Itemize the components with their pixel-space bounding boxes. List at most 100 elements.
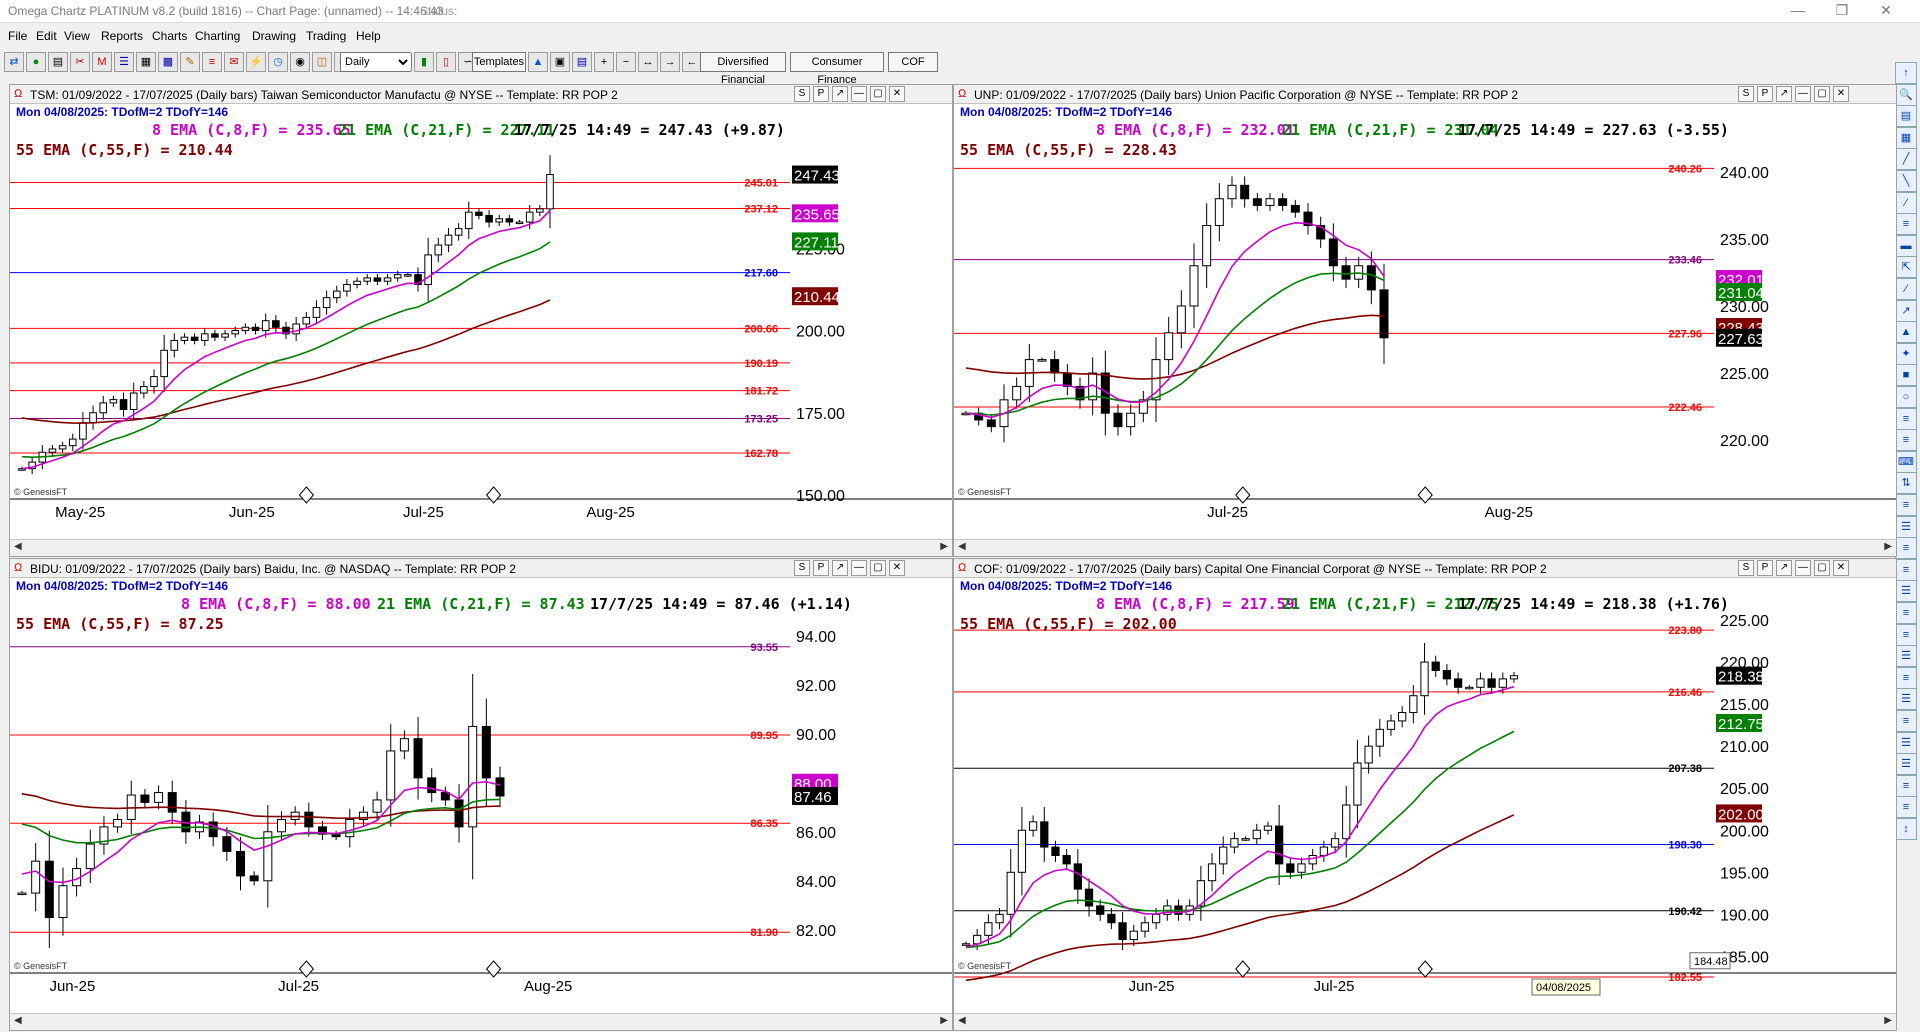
lines-tool-icon[interactable]: ☰ xyxy=(1895,688,1917,711)
zoom-out-icon[interactable]: − xyxy=(616,52,636,72)
event-diamond-icon[interactable] xyxy=(298,486,315,504)
ruler-icon[interactable]: ≡ xyxy=(202,52,222,72)
toolbar-button-diversified[interactable]: Diversified Financial xyxy=(700,52,786,86)
chart-window-0[interactable]: Ω TSM: 01/09/2022 - 17/07/2025 (Daily bar… xyxy=(9,84,953,557)
scroll-right-icon[interactable]: ▶ xyxy=(1884,1015,1892,1026)
line-tool-icon[interactable]: ╱ xyxy=(1895,148,1917,171)
toolbar-button-cof[interactable]: COF xyxy=(888,52,938,72)
close-icon[interactable]: ✕ xyxy=(1866,2,1906,19)
lines-tool-icon[interactable]: ☰ xyxy=(1895,731,1917,754)
scroll-left-icon[interactable]: ◀ xyxy=(14,541,22,552)
scroll-left-icon[interactable]: ◀ xyxy=(958,541,966,552)
list-icon[interactable]: ☰ xyxy=(114,52,134,72)
period-select[interactable]: Daily xyxy=(340,52,412,72)
menu-help[interactable]: Help xyxy=(356,29,381,43)
speed-line-icon[interactable]: ⇅ xyxy=(1895,472,1917,495)
folder-icon[interactable]: ◫ xyxy=(312,52,332,72)
cycle-tool-icon[interactable]: ≡ xyxy=(1895,602,1917,624)
scroll-right-icon[interactable]: ▶ xyxy=(940,1015,948,1026)
rectangle-tool-icon[interactable]: ▬ xyxy=(1895,234,1917,257)
event-diamond-icon[interactable] xyxy=(1417,960,1433,978)
line-tool-icon[interactable]: ╲ xyxy=(1895,170,1917,192)
chart-window-1[interactable]: Ω UNP: 01/09/2022 - 17/07/2025 (Daily bar… xyxy=(953,84,1897,557)
compress-icon[interactable]: → xyxy=(660,52,680,72)
menu-edit[interactable]: Edit xyxy=(36,29,57,43)
star-tool-icon[interactable]: ✦ xyxy=(1895,342,1917,365)
level-tool-icon[interactable]: ≡ xyxy=(1895,710,1917,732)
scroll-left-icon[interactable]: ◀ xyxy=(14,1015,22,1026)
m-icon[interactable]: M xyxy=(92,52,112,72)
trend-tool-icon[interactable]: ∕ xyxy=(1895,191,1917,214)
toolbar-button-consumer[interactable]: Consumer Finance xyxy=(790,52,884,86)
lightning-icon[interactable]: ⚡ xyxy=(246,52,266,72)
horizontal-scrollbar[interactable]: ◀ ▶ xyxy=(954,539,1896,556)
event-diamond-icon[interactable] xyxy=(298,960,315,978)
shrink-icon[interactable]: ← xyxy=(682,52,702,72)
horizontal-scrollbar[interactable]: ◀ ▶ xyxy=(954,1013,1896,1030)
lines-tool-icon[interactable]: ☰ xyxy=(1895,645,1917,668)
menu-file[interactable]: File xyxy=(8,29,27,43)
open-icon[interactable]: ⇄ xyxy=(4,52,24,72)
event-diamond-icon[interactable] xyxy=(1235,960,1251,978)
chart-window-3[interactable]: Ω COF: 01/09/2022 - 17/07/2025 (Daily bar… xyxy=(953,558,1897,1031)
triangle-tool-icon[interactable]: ▲ xyxy=(1895,321,1917,344)
menu-reports[interactable]: Reports xyxy=(101,29,143,43)
channel-tool-icon[interactable]: ≡ xyxy=(1895,494,1917,516)
scissors-icon[interactable]: ✂ xyxy=(70,52,90,72)
menu-view[interactable]: View xyxy=(64,29,90,43)
arc-tool-icon[interactable]: ≡ xyxy=(1895,558,1917,581)
menu-charting[interactable]: Charting xyxy=(195,29,240,43)
level-tool-icon[interactable]: ≡ xyxy=(1895,796,1917,819)
level-tool-icon[interactable]: ≡ xyxy=(1895,623,1917,646)
fib-tool-icon[interactable]: ≡ xyxy=(1895,429,1917,452)
scan-icon[interactable]: ▤ xyxy=(48,52,68,72)
disk-icon[interactable]: ◉ xyxy=(290,52,310,72)
fan-tool-icon[interactable]: ≡ xyxy=(1895,537,1917,560)
arrow-tool-icon[interactable]: ↗ xyxy=(1895,299,1917,322)
menu-trading[interactable]: Trading xyxy=(306,29,346,43)
event-diamond-icon[interactable] xyxy=(1417,486,1433,504)
trend-tool-icon[interactable]: ∕ xyxy=(1895,278,1917,300)
event-diamond-icon[interactable] xyxy=(485,486,502,504)
scroll-right-icon[interactable]: ▶ xyxy=(1884,541,1892,552)
minimize-icon[interactable]: — xyxy=(1778,2,1818,18)
chart-window-2[interactable]: Ω BIDU: 01/09/2022 - 17/07/2025 (Daily ba… xyxy=(9,558,953,1031)
restore-icon[interactable]: ❐ xyxy=(1822,2,1862,19)
letter-icon[interactable]: ✉ xyxy=(224,52,244,72)
table-icon[interactable]: ▩ xyxy=(158,52,178,72)
clock-icon[interactable]: ◷ xyxy=(268,52,288,72)
gann-tool-icon[interactable]: ⌨ xyxy=(1895,450,1917,473)
traffic-light-icon[interactable]: ● xyxy=(26,52,46,72)
lines-tool-icon[interactable]: ☰ xyxy=(1895,515,1917,538)
event-diamond-icon[interactable] xyxy=(1235,486,1251,504)
event-diamond-icon[interactable] xyxy=(485,960,502,978)
grid-icon[interactable]: ▦ xyxy=(136,52,156,72)
circle-tool-icon[interactable]: ○ xyxy=(1895,386,1917,408)
window-icon[interactable]: ▤ xyxy=(572,52,592,72)
horizontal-scrollbar[interactable]: ◀ ▶ xyxy=(10,539,952,556)
grid-icon[interactable]: ▦ xyxy=(1895,126,1917,149)
scroll-right-icon[interactable]: ▶ xyxy=(940,541,948,552)
scroll-left-icon[interactable]: ◀ xyxy=(958,1015,966,1026)
magnifier-icon[interactable]: 🔍 xyxy=(1895,83,1917,106)
window-icon[interactable]: ▤ xyxy=(1895,105,1917,128)
network-icon[interactable]: ▲ xyxy=(528,52,548,72)
zoom-in-icon[interactable]: + xyxy=(594,52,614,72)
templates-button[interactable]: Templates xyxy=(472,52,526,72)
pencil-icon[interactable]: ✎ xyxy=(180,52,200,72)
layout-icon[interactable]: ▣ xyxy=(550,52,570,72)
arrow-up-icon[interactable]: ↑ xyxy=(1895,62,1917,84)
menu-drawing[interactable]: Drawing xyxy=(252,29,296,43)
lines-tool-icon[interactable]: ☰ xyxy=(1895,753,1917,776)
arrow-tool-icon[interactable]: ⇱ xyxy=(1895,256,1917,279)
scroll-icon[interactable]: ↕ xyxy=(1895,818,1917,840)
level-tool-icon[interactable]: ≡ xyxy=(1895,774,1917,797)
level-tool-icon[interactable]: ≡ xyxy=(1895,666,1917,689)
candle-icon[interactable]: ▯ xyxy=(436,52,456,72)
bars-icon[interactable]: ▮ xyxy=(414,52,434,72)
fib-tool-icon[interactable]: ≡ xyxy=(1895,407,1917,430)
menu-charts[interactable]: Charts xyxy=(152,29,187,43)
horizontal-scrollbar[interactable]: ◀ ▶ xyxy=(10,1013,952,1030)
parallel-tool-icon[interactable]: ≡ xyxy=(1895,213,1917,236)
expand-icon[interactable]: ↔ xyxy=(638,52,658,72)
